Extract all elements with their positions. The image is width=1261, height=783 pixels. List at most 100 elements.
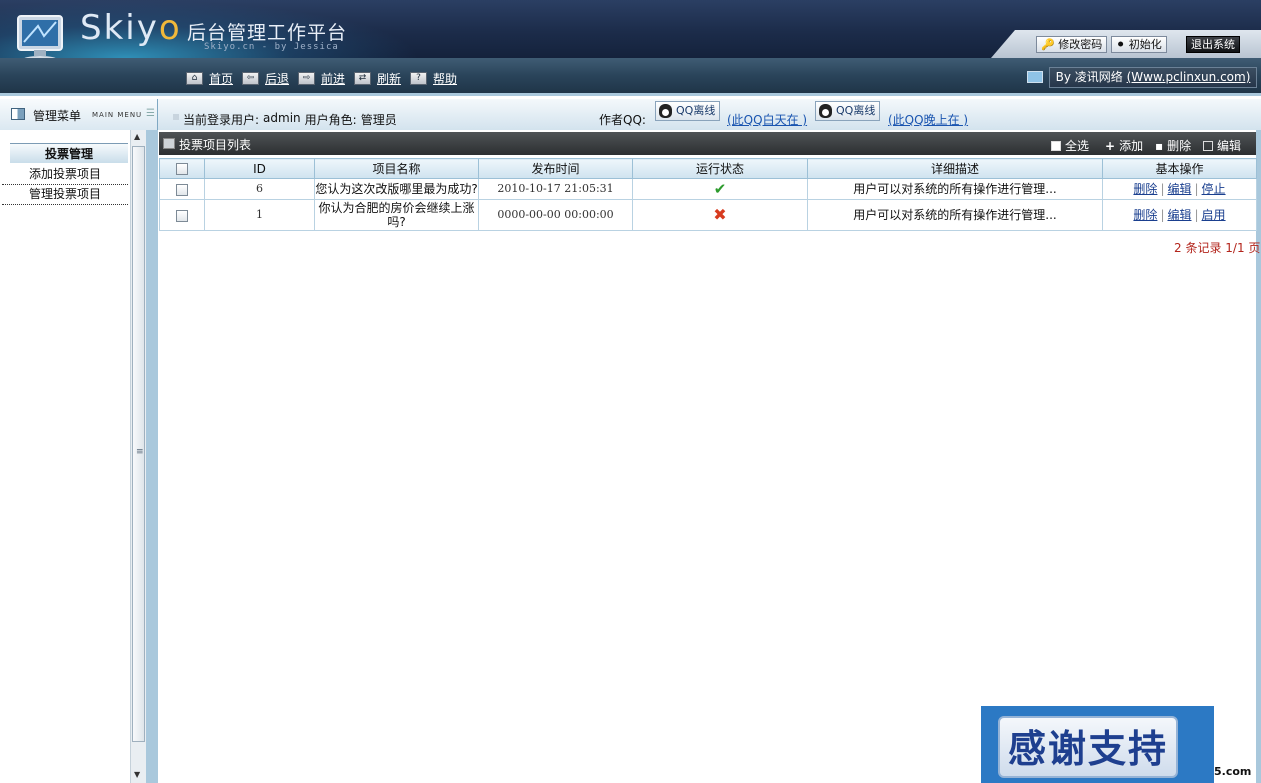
sidebar-scrollbar[interactable]: ▲ ≡ ▼ — [130, 130, 146, 783]
row-checkbox-cell[interactable] — [159, 199, 205, 231]
row-status: ✖ — [632, 199, 808, 231]
promo-banner: 感谢支持 — [981, 706, 1214, 783]
row-delete-link[interactable]: 删除 — [1133, 182, 1157, 196]
current-user-value: admin — [263, 111, 301, 125]
vote-table: ID 项目名称 发布时间 运行状态 详细描述 基本操作 6 您认为这次改版哪里最… — [159, 158, 1257, 231]
role-label: 用户角色: — [304, 113, 357, 127]
help-icon: ? — [410, 71, 427, 85]
logo-accent-letter: o — [158, 8, 182, 48]
nav-back[interactable]: ⇦ 后退 — [242, 70, 289, 86]
row-edit-link[interactable]: 编辑 — [1167, 182, 1191, 196]
add-label: 添加 — [1119, 139, 1144, 153]
nav-help-label: 帮助 — [433, 71, 458, 86]
row-time: 2010-10-17 21:05:31 — [478, 178, 633, 200]
qq-status-badge-night[interactable]: QQ离线 — [815, 101, 881, 121]
nav-refresh[interactable]: ⇄ 刷新 — [354, 70, 401, 86]
nav-refresh-label: 刷新 — [377, 71, 402, 86]
sidebar-item-add-vote[interactable]: 添加投票项目 — [2, 165, 128, 185]
table-row: 1 你认为合肥的房价会继续上涨吗? 0000-00-00 00:00:00 ✖ … — [159, 199, 1257, 231]
qq-penguin-icon — [659, 104, 672, 118]
edit-icon — [1203, 140, 1213, 151]
nav-home-label: 首页 — [209, 71, 234, 86]
row-checkbox[interactable] — [176, 183, 188, 196]
bullet-icon — [173, 114, 179, 120]
init-label: 初始化 — [1128, 38, 1162, 51]
current-user-info: 当前登录用户: admin 用户角色: 管理员 — [173, 111, 397, 128]
row-name: 您认为这次改版哪里最为成功? — [314, 178, 479, 200]
delete-label: 删除 — [1167, 139, 1192, 153]
edit-action[interactable]: 编辑 — [1203, 137, 1241, 154]
separator: | — [1160, 182, 1165, 196]
nav-toolbar: ⌂ 首页 ⇦ 后退 ⇨ 前进 ⇄ 刷新 ? 帮助 By 凌讯网络 (Www.pclinxu… — [0, 58, 1261, 96]
by-credit-text: By 凌讯网络 — [1055, 70, 1123, 84]
grip-icon: ≡ — [136, 447, 144, 457]
menu-toggle-icon[interactable]: ☰ — [146, 108, 155, 119]
refresh-icon: ⇄ — [354, 71, 371, 85]
author-qq-label: 作者QQ: — [599, 113, 646, 127]
record-count: 2 条记录 1/1 页 — [1174, 241, 1261, 255]
select-all-label: 全选 — [1065, 139, 1090, 153]
nav-forward-label: 前进 — [321, 71, 346, 86]
logo-wordmark: Skiyo — [80, 8, 182, 48]
delete-icon: ▪ — [1155, 138, 1164, 153]
panel-header: 投票项目列表 全选 + 添加 ▪ 删除 编辑 — [159, 132, 1256, 155]
row-ops: 删除 | 编辑 | 停止 — [1102, 178, 1257, 200]
row-time: 0000-00-00 00:00:00 — [478, 199, 633, 231]
select-all-checkbox[interactable] — [176, 163, 188, 175]
forward-arrow-icon: ⇨ — [298, 71, 315, 85]
col-header-ops: 基本操作 — [1102, 158, 1257, 179]
row-desc: 用户可以对系统的所有操作进行管理... — [807, 178, 1103, 200]
by-credit: By 凌讯网络 (Www.pclinxun.com) — [1049, 67, 1257, 88]
list-icon — [163, 138, 175, 149]
by-credit-link[interactable]: (Www.pclinxun.com) — [1127, 70, 1251, 84]
nav-home[interactable]: ⌂ 首页 — [186, 70, 233, 86]
logout-button[interactable]: 退出系统 — [1186, 36, 1240, 53]
row-stop-link[interactable]: 停止 — [1202, 182, 1226, 196]
scroll-up-icon[interactable]: ▲ — [134, 132, 140, 141]
back-arrow-icon: ⇦ — [242, 71, 259, 85]
table-header-row: ID 项目名称 发布时间 运行状态 详细描述 基本操作 — [159, 158, 1257, 179]
platform-title: 后台管理工作平台 — [187, 22, 348, 44]
qq-night-link[interactable]: (此QQ晚上在 ) — [888, 111, 968, 128]
role-value: 管理员 — [360, 113, 397, 127]
qq-badge-label: QQ离线 — [836, 104, 876, 117]
init-button[interactable]: ⚫︎ 初始化 — [1111, 36, 1167, 53]
row-edit-link[interactable]: 编辑 — [1167, 208, 1191, 222]
sidebar-item-manage-vote[interactable]: 管理投票项目 — [2, 185, 128, 205]
table-row: 6 您认为这次改版哪里最为成功? 2010-10-17 21:05:31 ✔ 用… — [159, 178, 1257, 200]
qq-day-link[interactable]: (此QQ白天在 ) — [727, 111, 807, 128]
plus-icon: + — [1105, 138, 1116, 153]
row-checkbox[interactable] — [176, 209, 188, 222]
add-action[interactable]: + 添加 — [1105, 137, 1143, 154]
header-checkbox-cell[interactable] — [159, 158, 205, 179]
scroll-down-icon[interactable]: ▼ — [134, 770, 140, 779]
monitor-icon — [1027, 71, 1043, 83]
row-enable-link[interactable]: 启用 — [1202, 208, 1226, 222]
row-checkbox-cell[interactable] — [159, 178, 205, 200]
select-all-action[interactable]: 全选 — [1051, 137, 1089, 154]
col-header-name: 项目名称 — [314, 158, 479, 179]
current-user-label: 当前登录用户: — [183, 113, 260, 127]
col-header-desc: 详细描述 — [807, 158, 1103, 179]
row-status: ✔ — [632, 178, 808, 200]
row-name: 你认为合肥的房价会继续上涨吗? — [314, 199, 479, 231]
sidebar-header: 管理菜单 MAIN MENU ☰ — [0, 99, 158, 130]
nav-help[interactable]: ? 帮助 — [410, 70, 457, 86]
separator: | — [1194, 182, 1199, 196]
panel-title: 投票项目列表 — [179, 138, 252, 152]
row-delete-link[interactable]: 删除 — [1133, 208, 1157, 222]
sidebar-group-vote-management[interactable]: 投票管理 — [10, 143, 128, 163]
promo-text: 感谢支持 — [998, 716, 1178, 778]
top-header: Skiyo 后台管理工作平台 Skiyo.cn - by Jessica 🔑 修… — [0, 0, 1261, 58]
separator: | — [1160, 208, 1165, 222]
change-password-button[interactable]: 🔑 修改密码 — [1036, 36, 1108, 53]
monitor-logo-icon — [17, 15, 63, 58]
row-id: 6 — [204, 178, 315, 200]
separator: | — [1194, 208, 1199, 222]
delete-action[interactable]: ▪ 删除 — [1155, 137, 1191, 154]
col-header-status: 运行状态 — [632, 158, 808, 179]
qq-status-badge-day[interactable]: QQ离线 — [655, 101, 721, 121]
col-header-time: 发布时间 — [478, 158, 633, 179]
nav-forward[interactable]: ⇨ 前进 — [298, 70, 345, 86]
scroll-thumb[interactable]: ≡ — [132, 146, 145, 742]
